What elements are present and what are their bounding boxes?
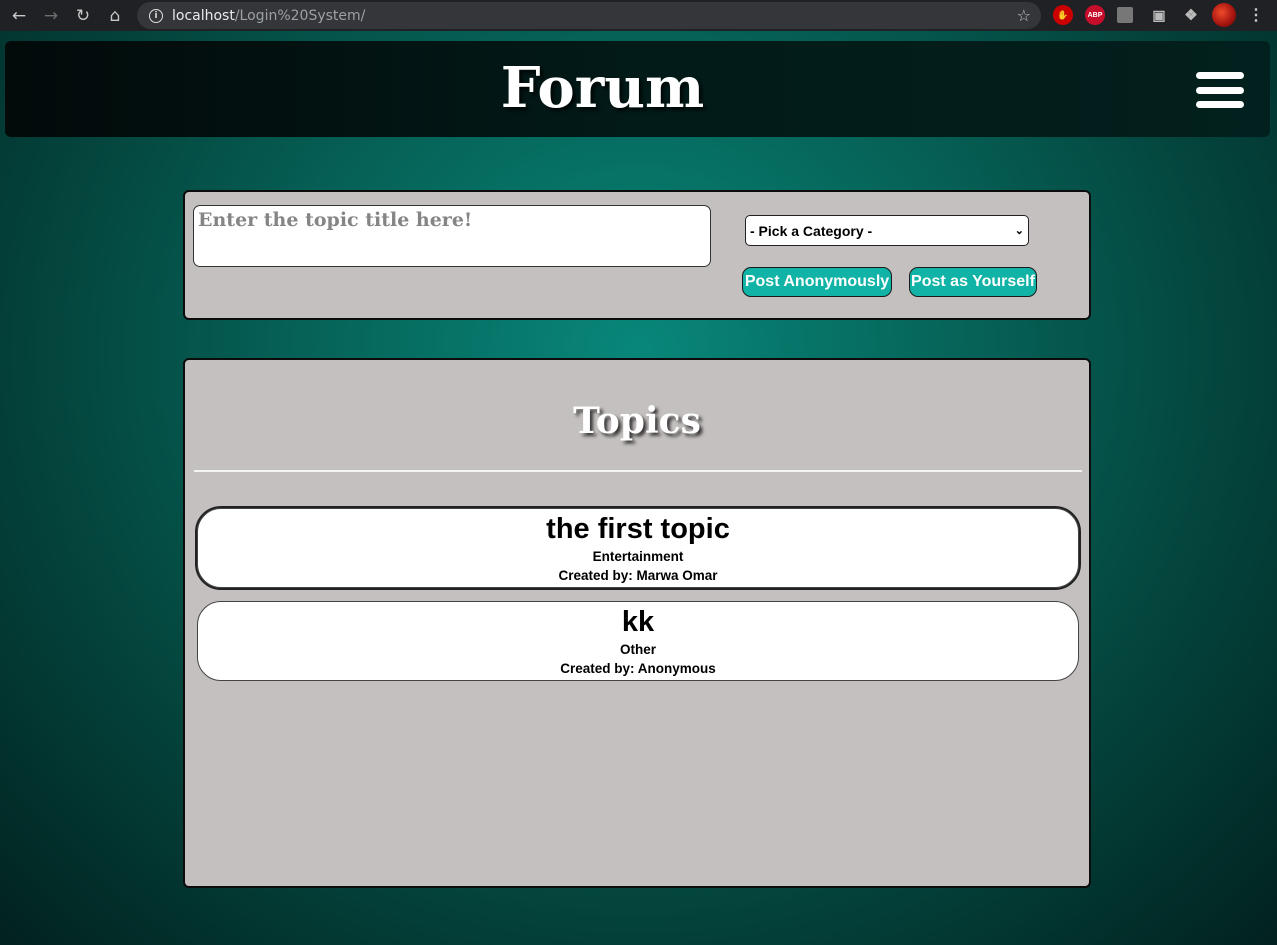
post-as-yourself-button[interactable]: Post as Yourself [909, 267, 1037, 297]
topics-panel: Topics the first topic Entertainment Cre… [183, 358, 1091, 888]
reload-icon[interactable]: ↻ [67, 0, 99, 31]
topic-author: Created by: Anonymous [560, 661, 716, 676]
topic-card[interactable]: kk Other Created by: Anonymous [197, 601, 1079, 681]
profile-avatar[interactable] [1212, 3, 1236, 27]
topic-author: Created by: Marwa Omar [558, 568, 718, 583]
hand-stop-icon[interactable]: ✋ [1053, 5, 1073, 25]
chevron-down-icon: ⌄ [1014, 225, 1024, 237]
post-anonymously-button[interactable]: Post Anonymously [742, 267, 892, 297]
topics-heading: Topics [573, 400, 701, 442]
camera-icon[interactable]: ▣ [1149, 5, 1169, 25]
extension-icon[interactable] [1117, 7, 1133, 23]
category-select[interactable]: - Pick a Category - ⌄ [745, 215, 1029, 246]
hamburger-menu-icon[interactable] [1196, 72, 1244, 108]
topic-title: the first topic [546, 513, 730, 545]
new-topic-panel: - Pick a Category - ⌄ Post Anonymously P… [183, 190, 1091, 320]
url-host: localhost [172, 7, 235, 24]
address-bar[interactable]: i localhost/Login%20System/ ☆ [137, 2, 1041, 29]
adblock-plus-icon[interactable]: ABP [1085, 5, 1105, 25]
divider [194, 470, 1082, 472]
home-icon[interactable]: ⌂ [99, 0, 131, 31]
puzzle-icon[interactable]: ❖ [1181, 5, 1201, 25]
topic-title: kk [621, 606, 655, 638]
back-icon[interactable]: ← [3, 0, 35, 31]
page: Forum - Pick a Category - ⌄ Post Anonymo… [0, 31, 1277, 945]
site-header: Forum [5, 41, 1270, 137]
category-select-value: - Pick a Category - [750, 222, 873, 239]
topic-title-input[interactable] [193, 205, 711, 267]
forward-icon[interactable]: → [35, 0, 67, 31]
url-path: /Login%20System/ [234, 7, 366, 24]
topic-category: Entertainment [592, 549, 684, 564]
browser-toolbar: ← → ↻ ⌂ i localhost/Login%20System/ ☆ ✋ … [0, 0, 1277, 31]
topic-card[interactable]: the first topic Entertainment Created by… [195, 506, 1081, 590]
topic-category: Other [619, 642, 656, 657]
info-icon[interactable]: i [149, 8, 163, 23]
bookmark-star-icon[interactable]: ☆ [1017, 6, 1031, 25]
browser-menu-icon[interactable]: ⋮ [1248, 5, 1264, 25]
site-logo[interactable]: Forum [5, 55, 1200, 121]
